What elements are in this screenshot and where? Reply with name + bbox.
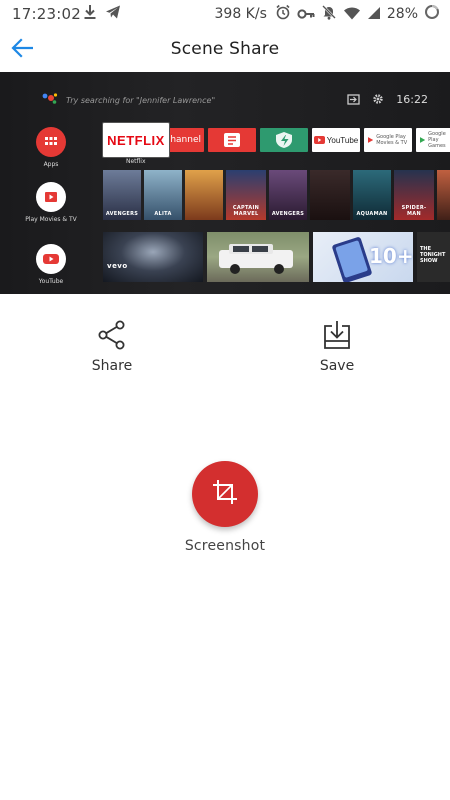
vpn-key-icon — [297, 5, 315, 24]
network-speed: 398 K/s — [214, 6, 267, 22]
poster-title: AVENGERS — [105, 211, 139, 217]
google-assistant-icon — [42, 91, 58, 110]
app-tile-red[interactable] — [208, 128, 256, 152]
poster-title: SPIDER-MAN — [401, 205, 427, 217]
status-time: 17:23:02 — [12, 5, 81, 23]
movie-poster[interactable]: SPIDER-MAN — [394, 170, 434, 220]
battery-percent: 28% — [386, 6, 418, 22]
app-bar: Scene Share — [0, 28, 450, 72]
poster-title: AQUAMAN — [356, 211, 388, 217]
vevo-video-tile[interactable]: vevo — [103, 232, 203, 282]
status-left-icons — [83, 5, 121, 23]
movie-poster[interactable]: AVENGERS — [103, 170, 141, 220]
tv-search-hint: Try searching for "Jennifer Lawrence" — [66, 96, 216, 105]
settings-gear-icon — [372, 90, 384, 109]
google-play-games-tile[interactable]: Google Play Games — [416, 128, 450, 152]
status-right-group: 398 K/s 28% — [215, 4, 441, 24]
movie-poster[interactable] — [185, 170, 223, 220]
telegram-icon — [105, 4, 121, 24]
youtube-tile-label: YouTube — [326, 135, 359, 145]
youtube-tile[interactable]: YouTube — [312, 128, 360, 152]
save-button[interactable]: Save — [292, 318, 382, 374]
status-bar: 17:23:02 398 K/s 28% — [0, 0, 450, 28]
page-title: Scene Share — [170, 39, 280, 59]
download-icon — [83, 4, 97, 24]
google-play-movies-label: Google Play Movies & TV — [376, 134, 408, 146]
tonight-show-text: THE TONIGHT SHOW — [420, 246, 446, 264]
tv-app-label: Play Movies & TV — [25, 216, 77, 223]
movie-poster[interactable]: AQUAMAN — [353, 170, 391, 220]
tv-screen-preview[interactable]: Try searching for "Jennifer Lawrence" 16… — [0, 72, 450, 294]
screenshot-label: Screenshot — [184, 538, 266, 554]
poster-title: AVENGERS — [271, 211, 305, 217]
share-label: Share — [91, 358, 133, 374]
tv-app-apps[interactable]: Apps — [6, 127, 96, 168]
poster-title: ALITA — [154, 211, 172, 217]
signal-icon — [367, 5, 381, 24]
promo-video-tile[interactable]: 10+ — [313, 232, 413, 282]
tv-top-controls: 16:22 — [347, 90, 428, 109]
grid-icon — [36, 127, 66, 157]
youtube-icon — [36, 244, 66, 274]
tv-app-youtube[interactable]: YouTube — [6, 244, 96, 285]
movie-poster[interactable]: AVENGERS — [269, 170, 307, 220]
tonight-show-tile[interactable]: THE TONIGHT SHOW — [417, 232, 450, 282]
tv-app-label: YouTube — [38, 278, 64, 285]
share-button[interactable]: Share — [67, 318, 157, 374]
crop-icon — [212, 479, 238, 509]
share-icon — [95, 318, 129, 352]
save-label: Save — [319, 358, 355, 374]
netflix-tile[interactable]: NETFLIX — [103, 123, 169, 157]
tv-app-play-movies[interactable]: Play Movies & TV — [6, 182, 96, 223]
save-download-icon — [320, 318, 354, 352]
google-play-games-label: Google Play Games — [428, 131, 446, 149]
tv-clock: 16:22 — [396, 93, 428, 106]
netflix-tile-label: Netflix — [126, 158, 146, 165]
tv-search-bar: Try searching for "Jennifer Lawrence" — [42, 91, 215, 110]
movie-poster[interactable]: ALITA — [144, 170, 182, 220]
play-movies-icon — [36, 182, 66, 212]
vevo-logo-text: vevo — [107, 262, 128, 270]
poster-title: CAPTAIN MARVEL — [232, 205, 260, 217]
notifications-off-icon — [321, 4, 337, 24]
promo-number: 10+ — [369, 244, 413, 268]
screenshot-button[interactable] — [192, 461, 258, 527]
tv-app-label: Apps — [43, 161, 59, 168]
battery-icon — [424, 4, 440, 24]
car-video-tile[interactable] — [207, 232, 309, 282]
input-icon — [347, 90, 360, 109]
app-tile-green[interactable] — [260, 128, 308, 152]
alarm-icon — [275, 4, 291, 24]
movie-poster[interactable] — [310, 170, 350, 220]
movie-poster[interactable] — [437, 170, 450, 220]
wifi-icon — [343, 5, 361, 24]
movie-poster[interactable]: CAPTAIN MARVEL — [226, 170, 266, 220]
google-play-movies-tile[interactable]: Google Play Movies & TV — [364, 128, 412, 152]
